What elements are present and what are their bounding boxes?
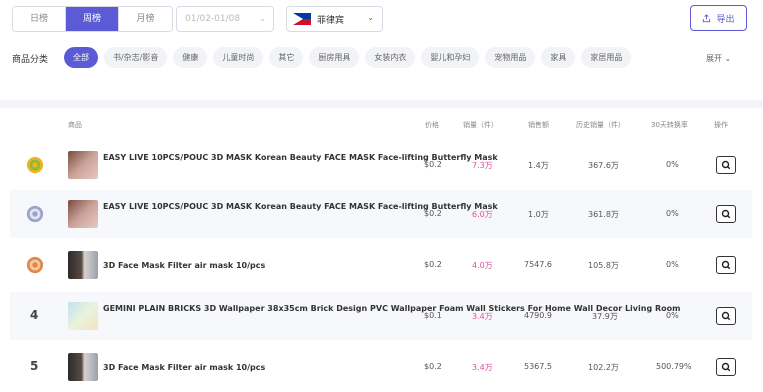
silver-medal-icon [26,205,44,223]
ranking-table: 商品 价格 销量（件） 销售额 历史销量（件） 30天转换率 操作 EASY L… [0,108,763,392]
product-title[interactable]: 3D Face Mask Filter air mask 10/pcs [103,258,423,273]
tab-weekly[interactable]: 周榜 [66,7,119,31]
category-chip[interactable]: 家具 [541,47,576,68]
product-title[interactable]: GEMINI PLAIN BRICKS 3D Wallpaper 38x35cm… [103,301,680,316]
col-price: 价格 [425,121,439,129]
category-chip[interactable]: 婴儿和孕妇 [421,47,480,68]
history-sales: 105.8万 [588,261,619,270]
chevron-down-icon: ⌄ [367,13,374,22]
revenue: 5367.5 [524,362,552,371]
conversion-rate: 500.79% [656,362,692,371]
search-button[interactable] [716,156,736,174]
date-range-value: 01/02-01/08 [185,14,241,24]
history-sales: 37.9万 [592,312,618,321]
price: $0.2 [424,362,442,371]
product-thumbnail[interactable] [68,302,98,330]
search-button[interactable] [716,307,736,325]
price: $0.2 [424,160,442,169]
sales: 3.4万 [472,312,493,321]
category-chip[interactable]: 宠物用品 [485,47,536,68]
category-chip[interactable]: 健康 [173,47,208,68]
expand-label: 展开 [706,54,722,63]
date-range-picker[interactable]: 01/02-01/08 ⌄ [176,6,274,32]
category-chip[interactable]: 家居用品 [581,47,632,68]
conversion-rate: 0% [666,160,679,169]
category-chip[interactable]: 儿童时尚 [213,47,264,68]
rank-number: 5 [30,359,39,373]
col-revenue: 销售额 [528,121,549,129]
country-name: 菲律宾 [317,15,345,26]
table-row[interactable]: EASY LIVE 10PCS/POUC 3D MASK Korean Beau… [10,190,752,238]
rank-number: 4 [30,308,39,322]
conversion-rate: 0% [666,311,679,320]
search-icon [721,209,731,219]
price: $0.2 [424,209,442,218]
conversion-rate: 0% [666,260,679,269]
revenue: 1.4万 [528,161,549,170]
search-icon [721,160,731,170]
col-sales: 销量（件） [463,121,498,129]
category-chip[interactable]: 其它 [269,47,304,68]
sales: 7.3万 [472,161,493,170]
col-conversion: 30天转换率 [651,121,688,129]
category-label: 商品分类 [12,55,49,65]
expand-button[interactable]: 展开 ⌄ [706,53,731,64]
philippines-flag-icon [293,13,311,25]
product-thumbnail[interactable] [68,151,98,179]
table-row[interactable]: EASY LIVE 10PCS/POUC 3D MASK Korean Beau… [10,141,752,189]
period-tabs: 日榜 周榜 月榜 [12,6,173,32]
chevron-down-icon: ⌄ [259,14,266,23]
search-button[interactable] [716,256,736,274]
filter-bar: 日榜 周榜 月榜 01/02-01/08 ⌄ 菲律宾 ⌄ 导出 商品分类 全部 … [0,0,763,100]
gold-medal-icon [26,156,44,174]
search-button[interactable] [716,205,736,223]
history-sales: 367.6万 [588,161,619,170]
product-title[interactable]: EASY LIVE 10PCS/POUC 3D MASK Korean Beau… [103,150,498,165]
tab-monthly[interactable]: 月榜 [119,7,172,31]
revenue: 7547.6 [524,260,552,269]
product-title[interactable]: 3D Face Mask Filter air mask 10/pcs [103,360,423,375]
product-thumbnail[interactable] [68,353,98,381]
product-thumbnail[interactable] [68,251,98,279]
search-icon [721,311,731,321]
history-sales: 102.2万 [588,363,619,372]
category-chip-all[interactable]: 全部 [64,47,98,68]
export-label: 导出 [716,14,735,25]
product-thumbnail[interactable] [68,200,98,228]
tab-daily[interactable]: 日榜 [13,7,66,31]
revenue: 4790.9 [524,311,552,320]
country-select[interactable]: 菲律宾 ⌄ [286,6,383,32]
col-product: 商品 [68,121,82,129]
bronze-medal-icon [26,256,44,274]
history-sales: 361.8万 [588,210,619,219]
conversion-rate: 0% [666,209,679,218]
category-chips: 全部 书/杂志/影音 健康 儿童时尚 其它 厨房用具 女装内衣 婴儿和孕妇 宠物… [64,47,632,68]
sales: 3.4万 [472,363,493,372]
revenue: 1.0万 [528,210,549,219]
search-icon [721,362,731,372]
export-button[interactable]: 导出 [690,5,747,31]
sales: 4.0万 [472,261,493,270]
category-chip[interactable]: 厨房用具 [309,47,360,68]
price: $0.2 [424,260,442,269]
export-icon [703,13,711,22]
chevron-down-icon: ⌄ [724,54,732,63]
category-chip[interactable]: 书/杂志/影音 [104,47,168,68]
search-button[interactable] [716,358,736,376]
table-header: 商品 价格 销量（件） 销售额 历史销量（件） 30天转换率 操作 [0,120,763,134]
col-action: 操作 [714,121,728,129]
table-row[interactable]: 3D Face Mask Filter air mask 10/pcs $0.2… [10,241,752,289]
search-icon [721,260,731,270]
table-row[interactable]: 4 GEMINI PLAIN BRICKS 3D Wallpaper 38x35… [10,292,752,340]
category-chip[interactable]: 女装内衣 [365,47,416,68]
sales: 6.0万 [472,210,493,219]
product-title[interactable]: EASY LIVE 10PCS/POUC 3D MASK Korean Beau… [103,199,498,214]
col-history: 历史销量（件） [576,121,625,129]
price: $0.1 [424,311,442,320]
table-row[interactable]: 5 3D Face Mask Filter air mask 10/pcs $0… [10,343,752,391]
